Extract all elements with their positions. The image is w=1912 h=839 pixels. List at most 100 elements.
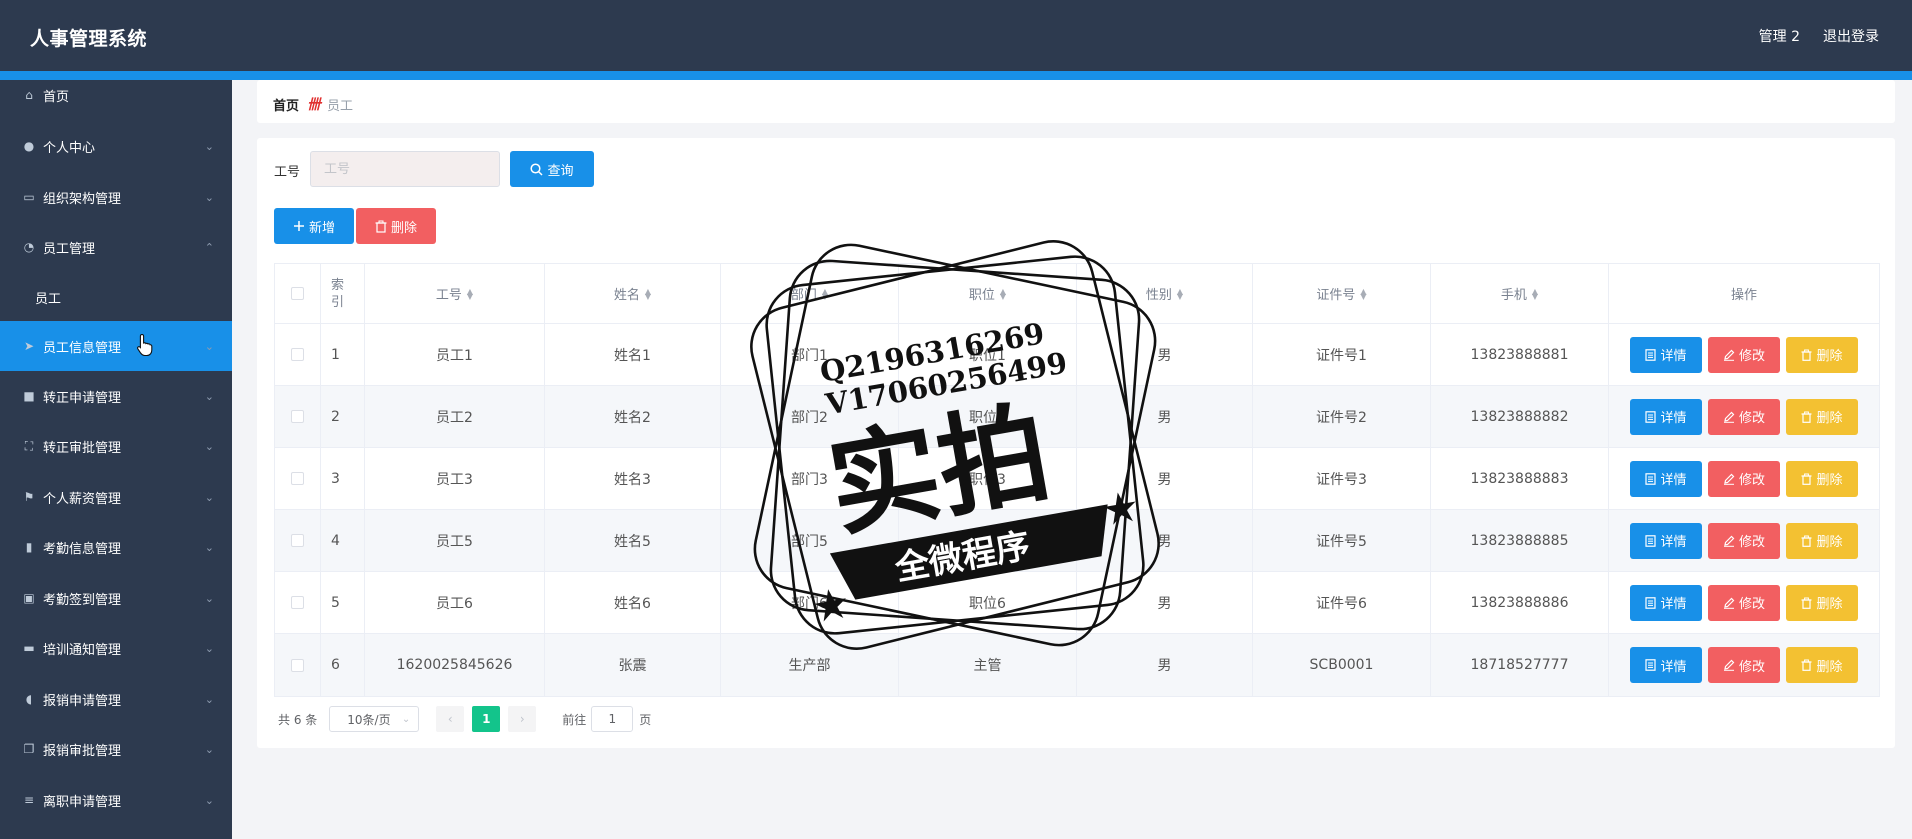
edit-button[interactable]: 修改 <box>1708 460 1780 497</box>
chevron-down-icon: ⌄ <box>204 591 214 605</box>
edit-button[interactable]: 修改 <box>1708 336 1780 373</box>
document-icon <box>1645 659 1657 671</box>
detail-button[interactable]: 详情 <box>1630 460 1702 497</box>
document-icon <box>1645 472 1657 485</box>
delete-button[interactable]: 删除 <box>1786 398 1858 435</box>
table-header-row: 索引 工号 ▲ ▼ 姓名 ▲ ▼ 部门 ▲ ▼ 职位 ▲ ▼ 性别 ▲ ▼ 证件号 ▲ ▼ 手机 ▲ ▼ 操… <box>275 264 1879 324</box>
cell-employee-no: 员工3 <box>365 448 545 509</box>
header-department[interactable]: 部门 ▲ ▼ <box>721 264 899 323</box>
row-checkbox[interactable] <box>291 472 304 485</box>
row-actions: 详情 修改 删除 <box>1609 634 1879 696</box>
next-page-button[interactable]: › <box>508 706 537 732</box>
page-size-select[interactable]: 10条/页 ⌄ <box>329 706 420 732</box>
sort-icon[interactable]: ▲ ▼ <box>1532 287 1538 300</box>
cell-index: 6 <box>321 634 365 696</box>
cell-gender: 男 <box>1077 634 1253 696</box>
user-icon: ● <box>23 139 35 153</box>
sidebar-item[interactable]: ■ 转正申请管理 ⌄ <box>0 371 232 421</box>
page-size-value: 10条/页 <box>347 712 391 727</box>
trash-icon <box>1801 535 1812 547</box>
sort-icon[interactable]: ▲ ▼ <box>822 287 828 300</box>
detail-button-label: 详情 <box>1660 597 1687 612</box>
row-checkbox[interactable] <box>291 410 304 423</box>
row-actions: 详情 修改 删除 <box>1609 572 1879 633</box>
delete-button[interactable]: 删除 <box>1786 584 1858 621</box>
sort-icon[interactable]: ▲ ▼ <box>645 287 651 300</box>
sidebar-item[interactable]: ➤ 员工信息管理 ⌄ <box>0 321 232 371</box>
detail-button[interactable]: 详情 <box>1630 522 1702 559</box>
delete-button[interactable]: 删除 <box>1786 336 1858 373</box>
sort-icon[interactable]: ▲ ▼ <box>1177 287 1183 300</box>
sidebar-item[interactable]: ▣ 考勤签到管理 ⌄ <box>0 573 232 623</box>
detail-button[interactable]: 详情 <box>1630 336 1702 373</box>
delete-button[interactable]: 删除 <box>1786 460 1858 497</box>
edit-button[interactable]: 修改 <box>1708 522 1780 559</box>
header-position[interactable]: 职位 ▲ ▼ <box>899 264 1077 323</box>
logout-button[interactable]: 退出登录 <box>1823 26 1879 46</box>
query-button[interactable]: 查询 <box>510 151 594 187</box>
sidebar-item[interactable]: ● 个人中心 ⌄ <box>0 121 232 171</box>
cell-id-no: 证件号6 <box>1253 572 1431 633</box>
add-button[interactable]: 新增 <box>274 208 354 244</box>
cell-department: 部门5 <box>721 510 899 571</box>
header-phone[interactable]: 手机 ▲ ▼ <box>1431 264 1609 323</box>
select-all-checkbox[interactable] <box>291 287 304 300</box>
page-number-current[interactable]: 1 <box>472 706 501 732</box>
sort-icon[interactable]: ▲ ▼ <box>1360 287 1366 300</box>
sidebar-item[interactable]: ⚑ 个人薪资管理 ⌄ <box>0 472 232 522</box>
row-actions: 详情 修改 删除 <box>1609 386 1879 447</box>
chevron-down-icon: ⌄ <box>204 490 214 504</box>
header-id-no[interactable]: 证件号 ▲ ▼ <box>1253 264 1431 323</box>
row-checkbox[interactable] <box>291 534 304 547</box>
edit-button-label: 修改 <box>1738 473 1765 488</box>
sidebar-item[interactable]: ▭ 组织架构管理 ⌄ <box>0 172 232 222</box>
sidebar: ⌂ 首页 ● 个人中心 ⌄ ▭ 组织架构管理 ⌄ ◔ 员工管理 ⌃ 员工 ➤ 员工信息管理 ⌄ ■ 转正申请管理… <box>0 80 232 839</box>
sidebar-item-label: 报销申请管理 <box>43 693 122 709</box>
detail-button-label: 详情 <box>1660 411 1687 426</box>
detail-button[interactable]: 详情 <box>1630 647 1702 683</box>
detail-button[interactable]: 详情 <box>1630 584 1702 621</box>
employee-no-search-input[interactable] <box>310 151 500 187</box>
edit-icon <box>1723 535 1735 547</box>
sidebar-item-label: 转正申请管理 <box>43 390 122 406</box>
sidebar-item[interactable]: ◔ 员工管理 ⌃ <box>0 222 232 272</box>
document-icon <box>1645 596 1657 609</box>
employee-table: 索引 工号 ▲ ▼ 姓名 ▲ ▼ 部门 ▲ ▼ 职位 ▲ ▼ 性别 ▲ ▼ 证件号 ▲ ▼ 手机 ▲ ▼ 操… <box>274 263 1880 697</box>
delete-button[interactable]: 删除 <box>1786 522 1858 559</box>
breadcrumb-home[interactable]: 首页 <box>273 95 299 114</box>
delete-button[interactable]: 删除 <box>1786 647 1858 683</box>
edit-button[interactable]: 修改 <box>1708 398 1780 435</box>
sort-icon[interactable]: ▲ ▼ <box>467 287 473 300</box>
header-employee-no[interactable]: 工号 ▲ ▼ <box>365 264 545 323</box>
sidebar-item[interactable]: 员工 <box>0 272 232 322</box>
header-gender[interactable]: 性别 ▲ ▼ <box>1077 264 1253 323</box>
cell-position: 职位6 <box>899 572 1077 633</box>
sidebar-item[interactable]: ❐ 报销审批管理 ⌄ <box>0 724 232 774</box>
goto-page-input[interactable] <box>591 706 634 732</box>
header-index-label: 索引 <box>331 277 345 310</box>
sidebar-item[interactable]: ▬ 培训通知管理 ⌄ <box>0 623 232 673</box>
cell-employee-no: 员工5 <box>365 510 545 571</box>
sort-icon[interactable]: ▲ ▼ <box>1000 287 1006 300</box>
row-checkbox[interactable] <box>291 348 304 361</box>
batch-delete-button[interactable]: 删除 <box>356 208 436 244</box>
sidebar-item[interactable]: ⌂ 首页 <box>0 70 232 120</box>
plus-icon <box>293 221 304 231</box>
sidebar-item[interactable]: ◖ 报销申请管理 ⌄ <box>0 674 232 724</box>
edit-button[interactable]: 修改 <box>1708 647 1780 683</box>
row-checkbox[interactable] <box>291 596 304 609</box>
chevron-down-icon: ⌄ <box>204 139 214 153</box>
main-content: 工号 查询 新增 删除 索引 工号 ▲▼ 姓名 ▲▼ 部门 ▲▼ 职位 ▲▼ 性别 ▲▼ … <box>257 138 1895 748</box>
sidebar-item[interactable]: ⛶ 转正审批管理 ⌄ <box>0 421 232 471</box>
header-name[interactable]: 姓名 ▲ ▼ <box>545 264 721 323</box>
sidebar-item[interactable]: ▮ 考勤信息管理 ⌄ <box>0 522 232 572</box>
row-checkbox[interactable] <box>291 658 304 672</box>
cell-id-no: 证件号2 <box>1253 386 1431 447</box>
current-user[interactable]: 管理 2 <box>1759 26 1800 46</box>
prev-page-button[interactable]: ‹ <box>436 706 465 732</box>
detail-button[interactable]: 详情 <box>1630 398 1702 435</box>
sidebar-item-label: 报销审批管理 <box>43 743 122 759</box>
sidebar-item[interactable]: ≡ 离职申请管理 ⌄ <box>0 775 232 825</box>
edit-button[interactable]: 修改 <box>1708 584 1780 621</box>
delete-button-label: 删除 <box>1816 349 1843 364</box>
